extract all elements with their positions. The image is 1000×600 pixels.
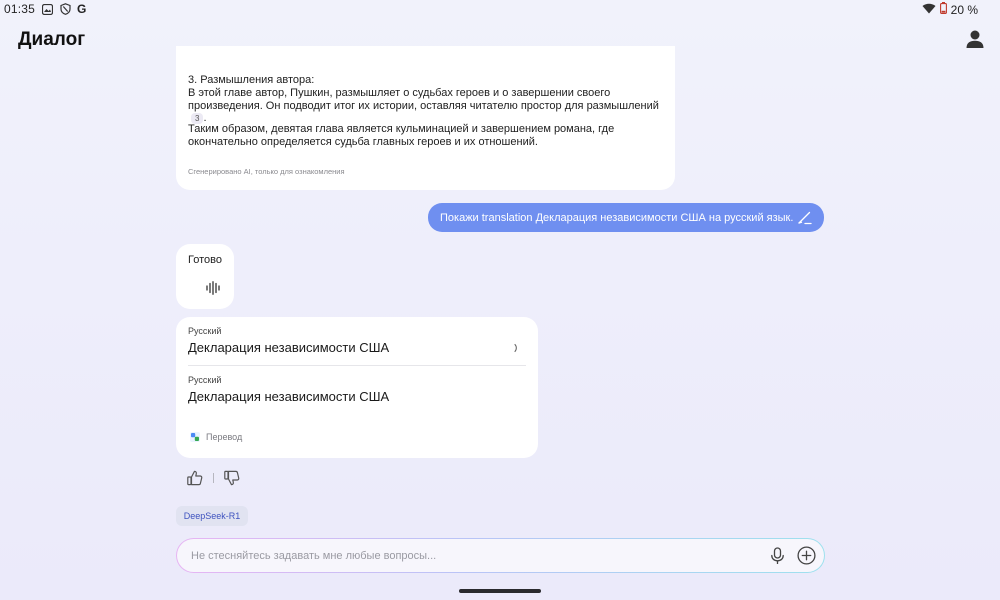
ai-message-card: … 3. Размышления автора: В этой главе ав… [176,46,675,190]
wifi-icon [922,3,936,17]
ai-message-conclusion: Таким образом, девятая глава является ку… [188,123,615,148]
shield-icon [59,3,71,15]
microphone-icon[interactable] [769,547,786,565]
home-indicator[interactable] [459,589,541,593]
chat-input-box [177,539,824,572]
target-text: Декларация независимости США [188,389,390,404]
thumbs-up-icon[interactable] [186,469,204,487]
status-card: Готово [176,244,234,309]
status-bar-left: 01:35 G [4,2,86,16]
translation-card: Русский Декларация независимости США Рус… [176,317,538,458]
feedback-separator [213,473,214,483]
source-text: Декларация независимости США [188,340,390,355]
model-selector-chip[interactable]: DeepSeek-R1 [176,506,248,526]
battery-level: 20 % [950,2,978,17]
battery-icon [939,2,947,17]
user-icon[interactable] [964,28,986,50]
status-bar-right: 20 % [922,2,978,17]
sound-wave-icon[interactable] [205,281,221,295]
ai-message-cut-line: … [188,50,199,56]
ai-message-heading: 3. Размышления автора: [188,74,315,86]
google-icon: G [77,2,87,16]
chat-input-container [176,538,825,573]
gallery-icon [41,3,53,15]
translation-divider [188,365,526,366]
source-language: Русский [188,326,222,336]
ai-message-paragraph: В этой главе автор, Пушкин, размышляет о… [188,87,668,125]
translate-app-icon [190,432,200,442]
translation-source-label: Перевод [206,432,243,442]
ai-message-paragraph-text: В этой главе автор, Пушкин, размышляет о… [188,87,659,112]
user-message-text: Покажи translation Декларация независимо… [440,211,794,224]
status-time: 01:35 [4,2,36,16]
add-attachment-icon[interactable] [797,546,816,565]
thumbs-down-icon[interactable] [223,469,241,487]
ai-generated-note: Сгенерировано AI, только для ознакомлени… [188,167,345,176]
user-message-bubble: Покажи translation Декларация независимо… [428,203,824,232]
edit-icon[interactable] [797,210,812,225]
status-done-label: Готово [188,254,222,266]
speaker-icon[interactable] [512,341,522,353]
page-title: Диалог [18,29,86,50]
target-language: Русский [188,375,222,385]
status-bar: 01:35 G 20 % [0,0,1000,18]
chat-input[interactable] [191,547,761,565]
feedback-bar [186,469,241,487]
translation-source[interactable]: Перевод [190,432,242,442]
